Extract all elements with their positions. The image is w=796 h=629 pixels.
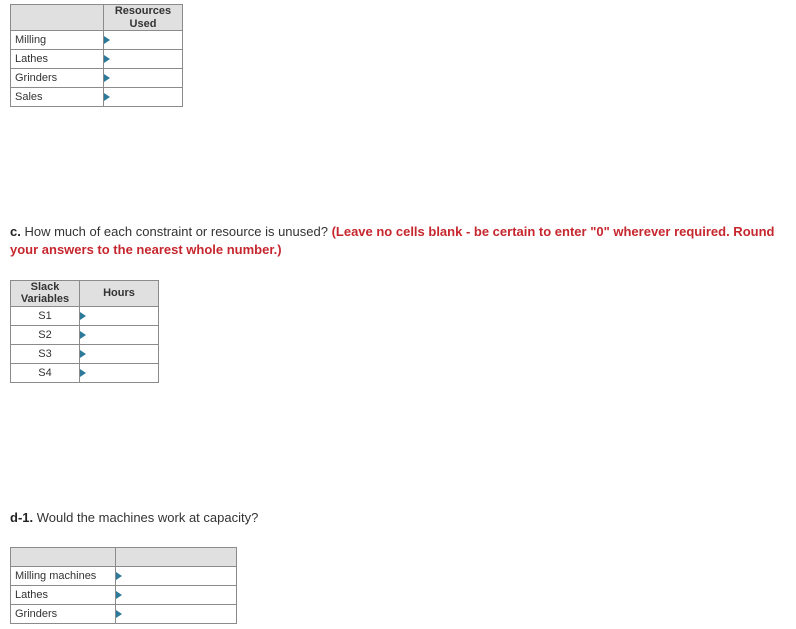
hours-input-cell[interactable] <box>80 325 159 344</box>
table2-header-hours: Hours <box>80 280 159 306</box>
table-row: Milling <box>11 31 183 50</box>
row-label: S3 <box>11 344 80 363</box>
table-row: Lathes <box>11 50 183 69</box>
row-label: Milling <box>11 31 104 50</box>
table-row: S3 <box>11 344 159 363</box>
input-caret-icon <box>116 610 122 618</box>
question-c-text: How much of each constraint or resource … <box>21 224 332 239</box>
input-caret-icon <box>104 74 110 82</box>
input-caret-icon <box>116 572 122 580</box>
row-label: Lathes <box>11 50 104 69</box>
table-row: S4 <box>11 363 159 382</box>
row-label: Grinders <box>11 605 116 624</box>
table1-header-resources-used: Resources Used <box>104 5 183 31</box>
table-row: Grinders <box>11 69 183 88</box>
table3-header-blank2 <box>116 548 237 567</box>
input-caret-icon <box>80 350 86 358</box>
row-label: S1 <box>11 306 80 325</box>
hours-input-cell[interactable] <box>80 344 159 363</box>
hours-input-cell[interactable] <box>80 306 159 325</box>
question-c-label: c. <box>10 224 21 239</box>
question-c: c. How much of each constraint or resour… <box>10 223 786 259</box>
table-row: Lathes <box>11 586 237 605</box>
input-caret-icon <box>80 312 86 320</box>
table-row: Milling machines <box>11 567 237 586</box>
table-row: S1 <box>11 306 159 325</box>
table2-header-slack-variables: Slack Variables <box>11 280 80 306</box>
capacity-input-cell[interactable] <box>116 567 237 586</box>
row-label: Lathes <box>11 586 116 605</box>
input-caret-icon <box>104 93 110 101</box>
input-caret-icon <box>80 369 86 377</box>
slack-variables-table: Slack Variables Hours S1 S2 S3 S4 <box>10 280 159 383</box>
question-d1-text: Would the machines work at capacity? <box>33 510 258 525</box>
table3-header-blank1 <box>11 548 116 567</box>
resources-used-input-cell[interactable] <box>104 69 183 88</box>
row-label: Grinders <box>11 69 104 88</box>
resources-used-table: Resources Used Milling Lathes Grinders S… <box>10 4 183 107</box>
hours-input-cell[interactable] <box>80 363 159 382</box>
input-caret-icon <box>104 55 110 63</box>
input-caret-icon <box>104 36 110 44</box>
capacity-table: Milling machines Lathes Grinders <box>10 547 237 624</box>
resources-used-input-cell[interactable] <box>104 50 183 69</box>
question-d1: d-1. Would the machines work at capacity… <box>10 509 786 527</box>
table-row: Grinders <box>11 605 237 624</box>
input-caret-icon <box>80 331 86 339</box>
row-label: S2 <box>11 325 80 344</box>
resources-used-input-cell[interactable] <box>104 31 183 50</box>
input-caret-icon <box>116 591 122 599</box>
capacity-input-cell[interactable] <box>116 586 237 605</box>
resources-used-input-cell[interactable] <box>104 88 183 107</box>
table1-header-blank <box>11 5 104 31</box>
table-row: Sales <box>11 88 183 107</box>
row-label: S4 <box>11 363 80 382</box>
row-label: Sales <box>11 88 104 107</box>
table-row: S2 <box>11 325 159 344</box>
row-label: Milling machines <box>11 567 116 586</box>
question-d1-label: d-1. <box>10 510 33 525</box>
capacity-input-cell[interactable] <box>116 605 237 624</box>
